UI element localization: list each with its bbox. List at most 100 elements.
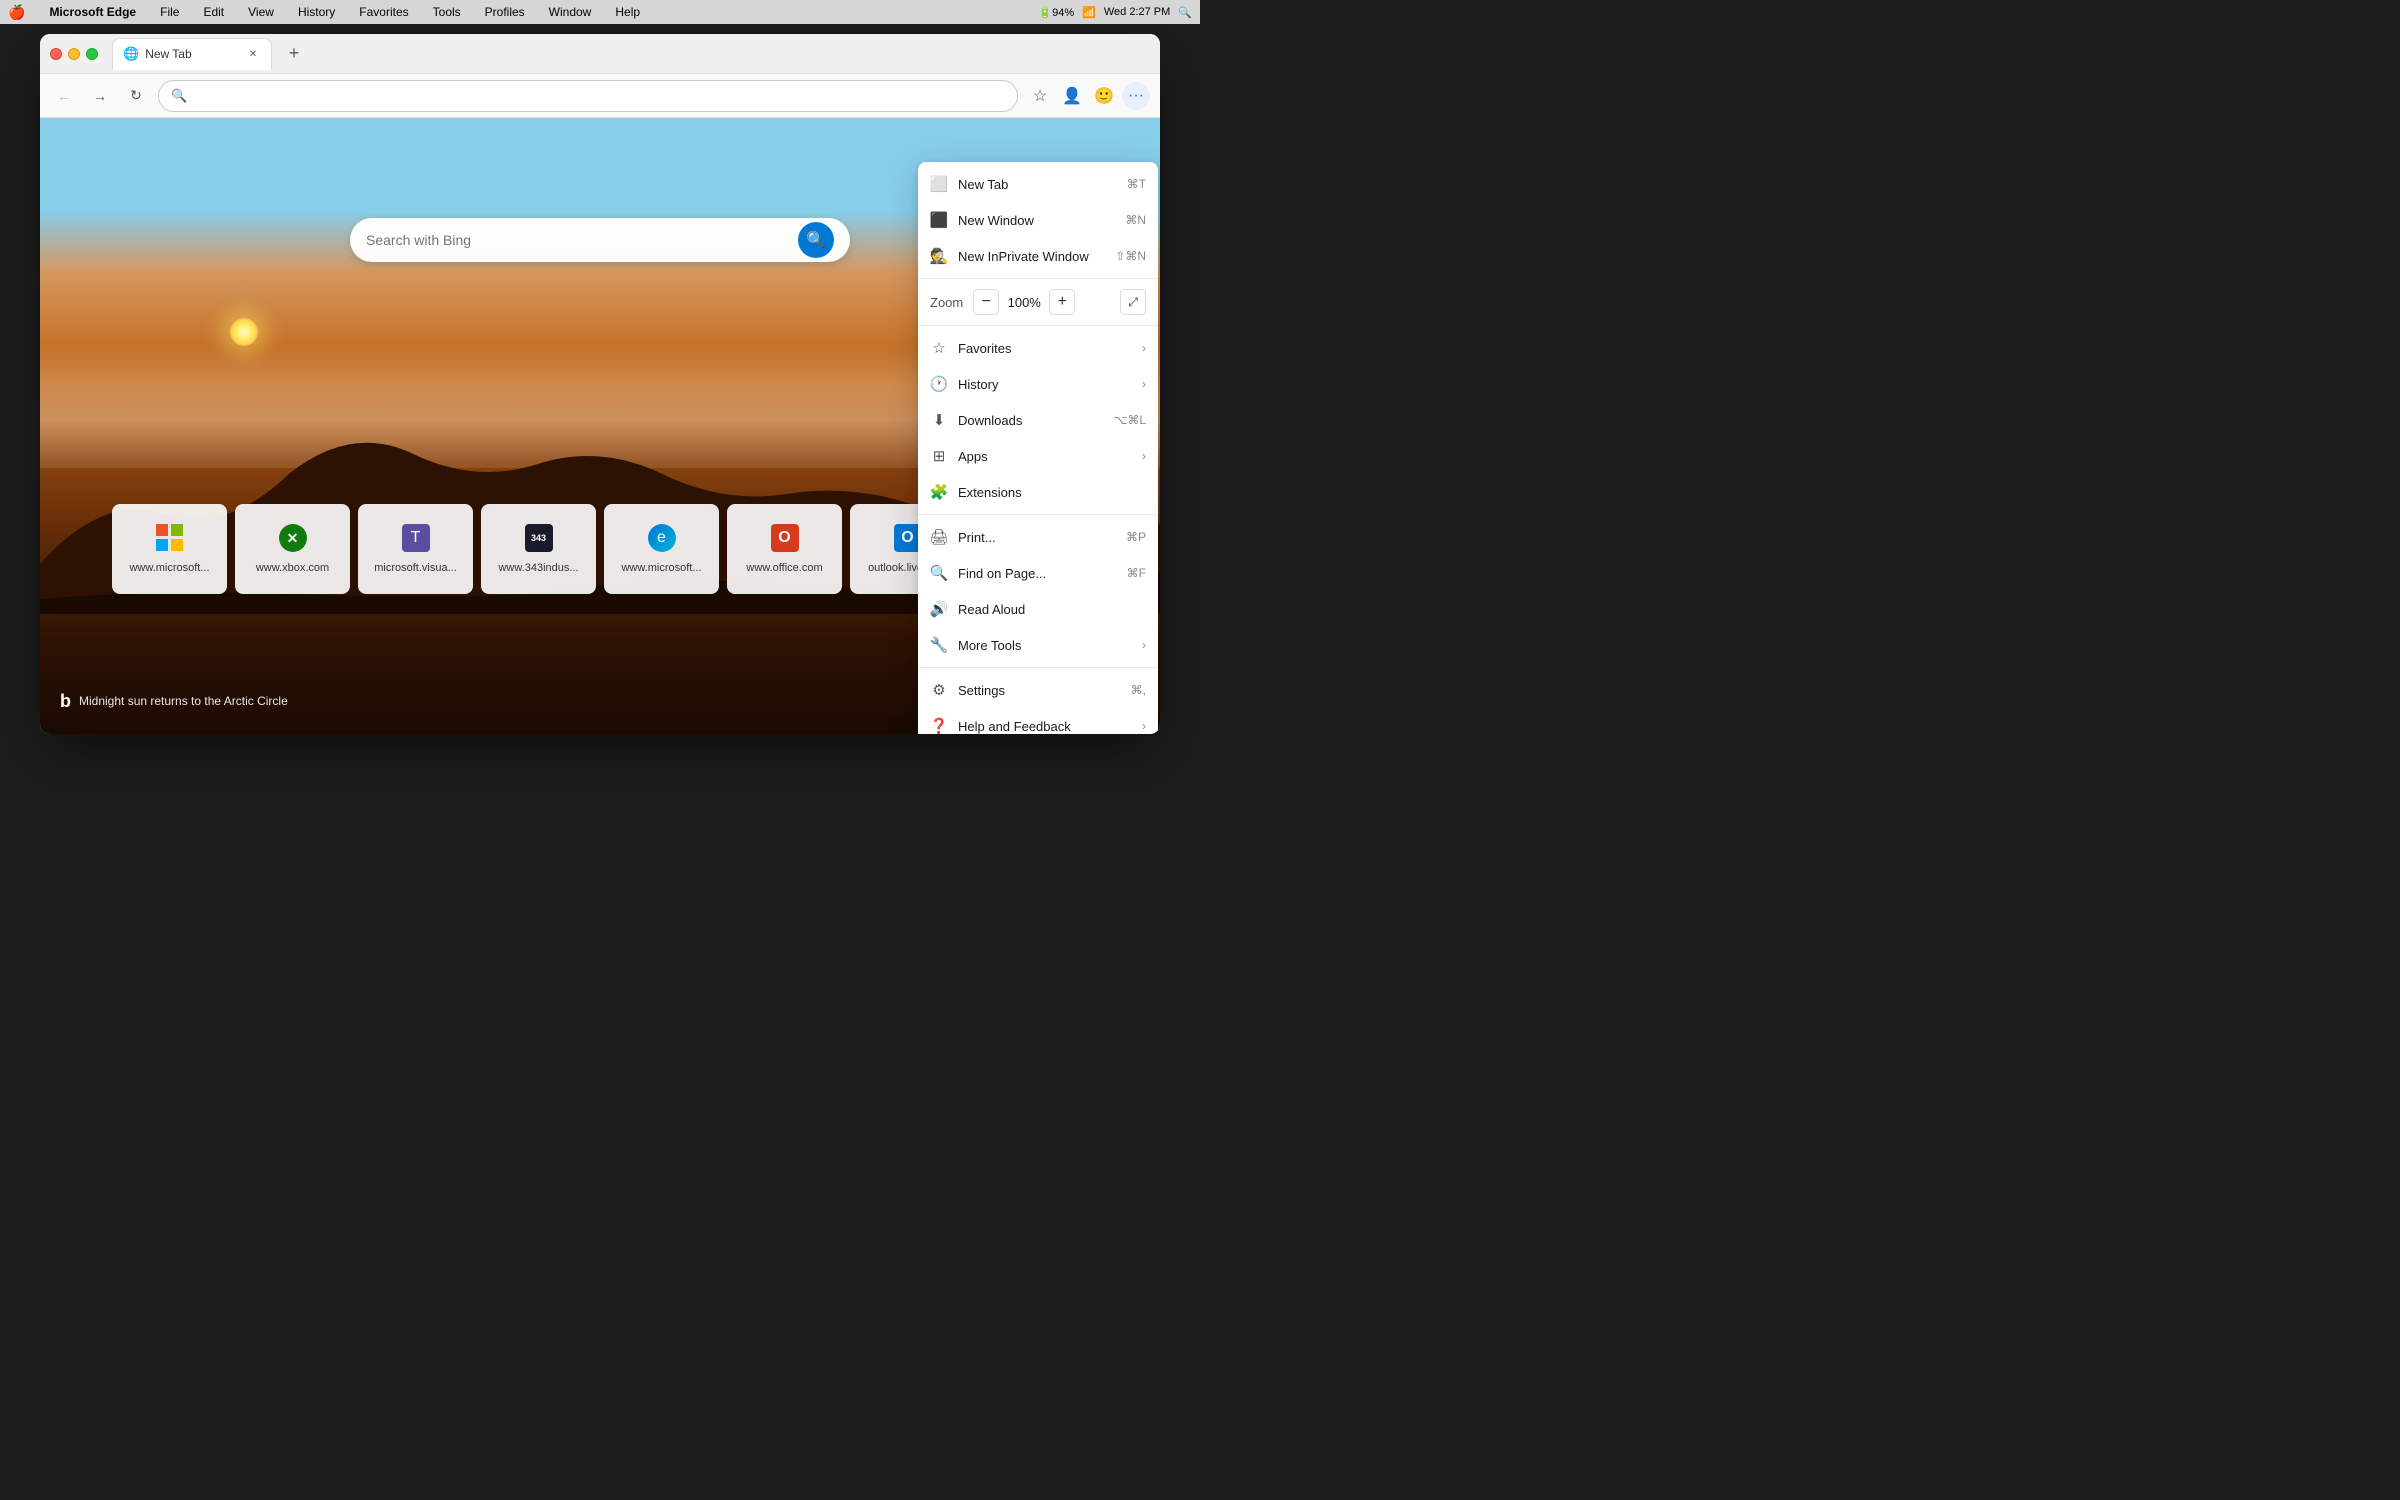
edge-icon: e	[648, 524, 676, 552]
maximize-button[interactable]	[86, 48, 98, 60]
menubar-right: 🔋94% 📶 Wed 2:27 PM 🔍	[1038, 6, 1192, 19]
menu-help-feedback[interactable]: ❓ Help and Feedback ›	[918, 708, 1158, 734]
find-icon: 🔍	[930, 564, 948, 582]
forward-button[interactable]: →	[86, 82, 114, 110]
menu-new-window[interactable]: ⬛ New Window ⌘N	[918, 202, 1158, 238]
find-label: Find on Page...	[958, 566, 1117, 581]
search-input[interactable]	[366, 232, 788, 248]
settings-icon: ⚙	[930, 681, 948, 699]
tab-close-button[interactable]: ✕	[245, 46, 261, 62]
menu-find[interactable]: 🔍 Find on Page... ⌘F	[918, 555, 1158, 591]
browser-window: 🌐 New Tab ✕ + ← → ↻ 🔍 ☆ 👤 🙂 ···	[40, 34, 1160, 734]
menu-settings[interactable]: ⚙ Settings ⌘,	[918, 672, 1158, 708]
menu-section-tools: 🖨 Print... ⌘P 🔍 Find on Page... ⌘F 🔊 Rea…	[918, 515, 1158, 668]
browser-tab[interactable]: 🌐 New Tab ✕	[112, 38, 272, 70]
reload-button[interactable]: ↻	[122, 82, 150, 110]
zoom-row: Zoom − 100% + ⤢	[918, 283, 1158, 321]
extensions-label: Extensions	[958, 485, 1146, 500]
profile-button[interactable]: 👤	[1058, 82, 1086, 110]
menu-profiles[interactable]: Profiles	[481, 3, 529, 21]
new-tab-label: New Tab	[958, 177, 1117, 192]
menu-downloads[interactable]: ⬇ Downloads ⌥⌘L	[918, 402, 1158, 438]
history-icon: 🕐	[930, 375, 948, 393]
new-tab-button[interactable]: +	[280, 40, 308, 68]
menu-help[interactable]: Help	[611, 3, 644, 21]
bing-branding: b Midnight sun returns to the Arctic Cir…	[60, 691, 288, 712]
settings-more-button[interactable]: ···	[1122, 82, 1150, 110]
menu-history[interactable]: History	[294, 3, 339, 21]
quick-link-343[interactable]: 343 www.343indus...	[481, 504, 596, 594]
print-icon: 🖨	[930, 528, 948, 546]
search-button[interactable]: 🔍	[798, 222, 834, 258]
close-button[interactable]	[50, 48, 62, 60]
minimize-button[interactable]	[68, 48, 80, 60]
settings-label: Settings	[958, 683, 1121, 698]
quick-link-visual-studio[interactable]: T microsoft.visua...	[358, 504, 473, 594]
battery-icon: 🔋94%	[1038, 6, 1074, 19]
apps-icon: ⊞	[930, 447, 948, 465]
read-aloud-icon: 🔊	[930, 600, 948, 618]
menu-favorites[interactable]: Favorites	[355, 3, 412, 21]
menu-tools[interactable]: Tools	[429, 3, 465, 21]
favorites-button[interactable]: ☆	[1026, 82, 1054, 110]
menu-apps[interactable]: ⊞ Apps ›	[918, 438, 1158, 474]
bing-tagline: Midnight sun returns to the Arctic Circl…	[79, 694, 288, 708]
search-bar: 🔍	[350, 218, 850, 262]
menu-inprivate[interactable]: 🕵 New InPrivate Window ⇧⌘N	[918, 238, 1158, 274]
zoom-out-button[interactable]: −	[973, 289, 999, 315]
settings-shortcut: ⌘,	[1131, 683, 1146, 697]
more-tools-arrow: ›	[1142, 638, 1146, 652]
menu-section-new: ⬜ New Tab ⌘T ⬛ New Window ⌘N 🕵 New InPri…	[918, 162, 1158, 279]
favorites-label: Favorites	[958, 341, 1132, 356]
traffic-lights	[50, 48, 98, 60]
app-name[interactable]: Microsoft Edge	[45, 3, 140, 21]
search-icon: 🔍	[171, 88, 187, 104]
wifi-icon: 📶	[1082, 6, 1096, 19]
quick-link-label: microsoft.visua...	[374, 562, 457, 574]
more-tools-label: More Tools	[958, 638, 1132, 653]
menu-edit[interactable]: Edit	[199, 3, 228, 21]
help-arrow: ›	[1142, 719, 1146, 733]
menu-favorites[interactable]: ☆ Favorites ›	[918, 330, 1158, 366]
apps-arrow: ›	[1142, 449, 1146, 463]
apple-menu[interactable]: 🍎	[8, 4, 25, 21]
quick-link-label: www.microsoft...	[621, 562, 701, 574]
zoom-in-button[interactable]: +	[1049, 289, 1075, 315]
new-window-shortcut: ⌘N	[1125, 213, 1146, 227]
print-label: Print...	[958, 530, 1116, 545]
xbox-icon: ✕	[279, 524, 307, 552]
zoom-label: Zoom	[930, 295, 963, 310]
history-arrow: ›	[1142, 377, 1146, 391]
quick-link-xbox[interactable]: ✕ www.xbox.com	[235, 504, 350, 594]
menu-new-tab[interactable]: ⬜ New Tab ⌘T	[918, 166, 1158, 202]
menu-history[interactable]: 🕐 History ›	[918, 366, 1158, 402]
print-shortcut: ⌘P	[1126, 530, 1146, 544]
feedback-button[interactable]: 🙂	[1090, 82, 1118, 110]
quick-link-office[interactable]: O www.office.com	[727, 504, 842, 594]
zoom-value: 100%	[1005, 295, 1043, 310]
find-shortcut: ⌘F	[1127, 566, 1146, 580]
quick-link-edge[interactable]: e www.microsoft...	[604, 504, 719, 594]
menu-window[interactable]: Window	[545, 3, 596, 21]
quick-link-label: www.xbox.com	[256, 562, 329, 574]
zoom-fullscreen-button[interactable]: ⤢	[1120, 289, 1146, 315]
search-icon[interactable]: 🔍	[1178, 6, 1192, 19]
menu-section-browse: ☆ Favorites › 🕐 History › ⬇ Downloads ⌥⌘…	[918, 326, 1158, 515]
nav-bar: ← → ↻ 🔍 ☆ 👤 🙂 ···	[40, 74, 1160, 118]
menu-view[interactable]: View	[244, 3, 278, 21]
menu-read-aloud[interactable]: 🔊 Read Aloud	[918, 591, 1158, 627]
quick-link-label: www.343indus...	[498, 562, 578, 574]
new-tab-shortcut: ⌘T	[1127, 177, 1146, 191]
back-button[interactable]: ←	[50, 82, 78, 110]
343-icon: 343	[525, 524, 553, 552]
menu-more-tools[interactable]: 🔧 More Tools ›	[918, 627, 1158, 663]
address-bar[interactable]: 🔍	[158, 80, 1018, 112]
browser-content: 🔍 www.microsoft... ✕ www.xbox.com	[40, 118, 1160, 734]
quick-link-microsoft[interactable]: www.microsoft...	[112, 504, 227, 594]
teams-icon: T	[402, 524, 430, 552]
favorites-icon: ☆	[930, 339, 948, 357]
menu-file[interactable]: File	[156, 3, 183, 21]
menu-extensions[interactable]: 🧩 Extensions	[918, 474, 1158, 510]
bing-logo: b	[60, 691, 71, 712]
menu-print[interactable]: 🖨 Print... ⌘P	[918, 519, 1158, 555]
